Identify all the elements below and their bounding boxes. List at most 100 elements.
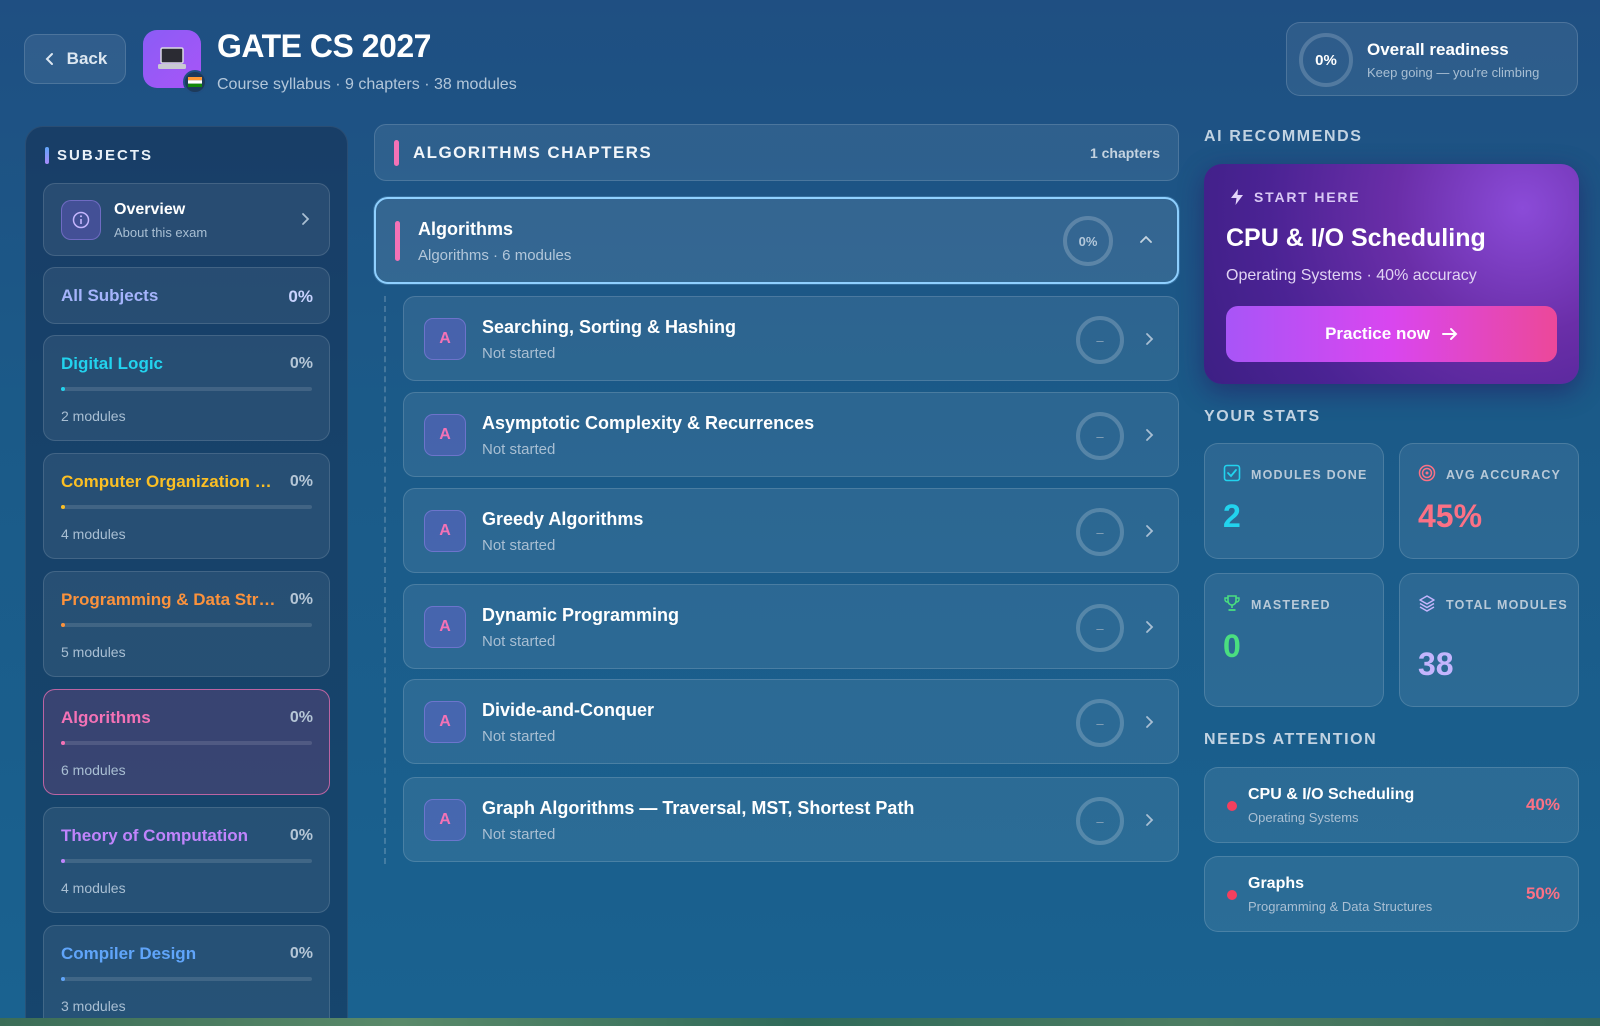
all-subjects-label: All Subjects	[61, 286, 159, 305]
recommendation-title: CPU & I/O Scheduling	[1226, 224, 1486, 252]
chevron-right-icon	[1146, 814, 1154, 826]
overview-title: Overview	[114, 201, 186, 218]
subject-name: Theory of Computation	[61, 826, 248, 845]
header: Back GATE CS 2027 Course syllabus · 9 ch…	[24, 22, 1578, 98]
practice-now-button[interactable]: Practice now	[1226, 306, 1557, 362]
attention-subtitle: Operating Systems	[1248, 810, 1359, 825]
stat-value: 2	[1223, 498, 1241, 534]
module-item[interactable]: A Searching, Sorting & Hashing Not start…	[403, 296, 1179, 381]
subject-progress-bar	[61, 977, 312, 981]
attention-percent: 50%	[1525, 884, 1560, 903]
alert-dot-icon	[1227, 890, 1237, 900]
info-icon	[61, 200, 101, 240]
subject-module-count: 4 modules	[61, 880, 126, 896]
attention-item[interactable]: Graphs Programming & Data Structures 50%	[1204, 856, 1579, 932]
stat-total-modules: TOTAL MODULES 38	[1399, 573, 1579, 707]
module-progress-ring: –	[1076, 316, 1124, 364]
chapter-algorithms[interactable]: Algorithms Algorithms · 6 modules 0%	[374, 197, 1179, 284]
subject-progress-bar	[61, 741, 312, 745]
recommendation-card: START HERE CPU & I/O Scheduling Operatin…	[1204, 164, 1579, 384]
needs-attention-heading: NEEDS ATTENTION	[1204, 731, 1378, 748]
arrow-right-icon	[1441, 328, 1458, 340]
stat-modules-done: MODULES DONE 2	[1204, 443, 1384, 559]
readiness-ring: 0%	[1299, 33, 1353, 87]
sidebar-item-computer-organization[interactable]: Computer Organization & Architecture 0% …	[43, 453, 330, 559]
chapters-header: ALGORITHMS CHAPTERS 1 chapters	[374, 124, 1179, 181]
attention-item[interactable]: CPU & I/O Scheduling Operating Systems 4…	[1204, 767, 1579, 843]
ai-recommends-heading: AI RECOMMENDS	[1204, 128, 1363, 145]
module-badge: A	[424, 701, 466, 743]
module-item[interactable]: A Asymptotic Complexity & Recurrences No…	[403, 392, 1179, 477]
overall-readiness-card: 0% Overall readiness Keep going — you're…	[1286, 22, 1578, 96]
module-status: Not started	[482, 441, 556, 458]
back-button[interactable]: Back	[24, 34, 126, 84]
subject-name: Algorithms	[61, 708, 151, 727]
module-progress-ring: –	[1076, 604, 1124, 652]
subject-name: Compiler Design	[61, 944, 197, 963]
subject-percent: 0%	[289, 355, 313, 372]
module-progress-ring: –	[1076, 699, 1124, 747]
module-name: Greedy Algorithms	[482, 509, 644, 529]
stat-label: AVG ACCURACY	[1446, 468, 1562, 482]
your-stats-heading: YOUR STATS	[1204, 408, 1321, 425]
chapter-name: Algorithms	[418, 219, 514, 239]
stat-mastered: MASTERED 0	[1204, 573, 1384, 707]
module-item[interactable]: A Divide-and-Conquer Not started –	[403, 679, 1179, 764]
target-icon	[1418, 464, 1436, 482]
sidebar-item-compiler-design[interactable]: Compiler Design 0% 3 modules	[43, 925, 330, 1025]
module-status: Not started	[482, 633, 556, 650]
start-here-tag: START HERE	[1230, 188, 1360, 206]
sidebar-item-theory-of-computation[interactable]: Theory of Computation 0% 4 modules	[43, 807, 330, 913]
readiness-subtitle: Keep going — you're climbing	[1367, 65, 1540, 80]
module-item[interactable]: A Graph Algorithms — Traversal, MST, Sho…	[403, 777, 1179, 862]
chevron-up-icon[interactable]	[1139, 233, 1153, 245]
flag-icon	[183, 70, 207, 94]
module-item[interactable]: A Greedy Algorithms Not started –	[403, 488, 1179, 573]
sidebar-item-all-subjects[interactable]: All Subjects 0%	[43, 267, 330, 324]
chevron-right-icon	[302, 213, 310, 225]
sidebar-item-programming-data-structures[interactable]: Programming & Data Structures 0% 5 modul…	[43, 571, 330, 677]
chevron-right-icon	[1146, 525, 1154, 537]
attention-title: Graphs	[1248, 875, 1305, 892]
module-badge: A	[424, 414, 466, 456]
module-status: Not started	[482, 826, 556, 843]
chevron-right-icon	[1146, 621, 1154, 633]
attention-percent: 40%	[1525, 795, 1560, 814]
chapter-subtitle: Algorithms · 6 modules	[418, 247, 572, 264]
back-label: Back	[66, 49, 108, 68]
chapters-heading: ALGORITHMS CHAPTERS	[413, 143, 653, 162]
module-name: Divide-and-Conquer	[482, 700, 655, 720]
subject-name: Programming & Data Structures	[61, 590, 279, 609]
subjects-heading: SUBJECTS	[45, 147, 153, 164]
stat-value: 0	[1223, 628, 1241, 664]
stat-label: MASTERED	[1251, 598, 1331, 612]
module-name: Asymptotic Complexity & Recurrences	[482, 413, 815, 433]
chapter-progress-ring: 0%	[1063, 216, 1113, 266]
module-badge: A	[424, 318, 466, 360]
module-item[interactable]: A Dynamic Programming Not started –	[403, 584, 1179, 669]
stat-avg-accuracy: AVG ACCURACY 45%	[1399, 443, 1579, 559]
subject-module-count: 5 modules	[61, 644, 126, 660]
subjects-sidebar: SUBJECTS Overview About this exam All Su…	[25, 126, 348, 1026]
overview-item[interactable]: Overview About this exam	[43, 183, 330, 256]
stat-label: TOTAL MODULES	[1446, 598, 1568, 612]
subject-percent: 0%	[289, 709, 313, 726]
subject-percent: 0%	[289, 827, 313, 844]
layers-icon	[1419, 595, 1435, 612]
overview-subtitle: About this exam	[114, 225, 208, 240]
chevron-left-icon	[45, 53, 53, 65]
chevron-right-icon	[1146, 333, 1154, 345]
module-name: Searching, Sorting & Hashing	[482, 317, 737, 337]
readiness-title: Overall readiness	[1367, 40, 1509, 59]
laptop-icon	[143, 30, 207, 94]
chevron-right-icon	[1146, 716, 1154, 728]
subject-progress-bar	[61, 505, 312, 509]
stat-value: 45%	[1418, 498, 1483, 534]
subject-name: Computer Organization & Architecture	[61, 472, 279, 491]
sidebar-item-digital-logic[interactable]: Digital Logic 0% 2 modules	[43, 335, 330, 441]
alert-dot-icon	[1227, 801, 1237, 811]
trophy-icon	[1224, 595, 1240, 611]
subject-percent: 0%	[289, 945, 313, 962]
sidebar-item-algorithms[interactable]: Algorithms 0% 6 modules	[43, 689, 330, 795]
subject-percent: 0%	[289, 473, 313, 490]
